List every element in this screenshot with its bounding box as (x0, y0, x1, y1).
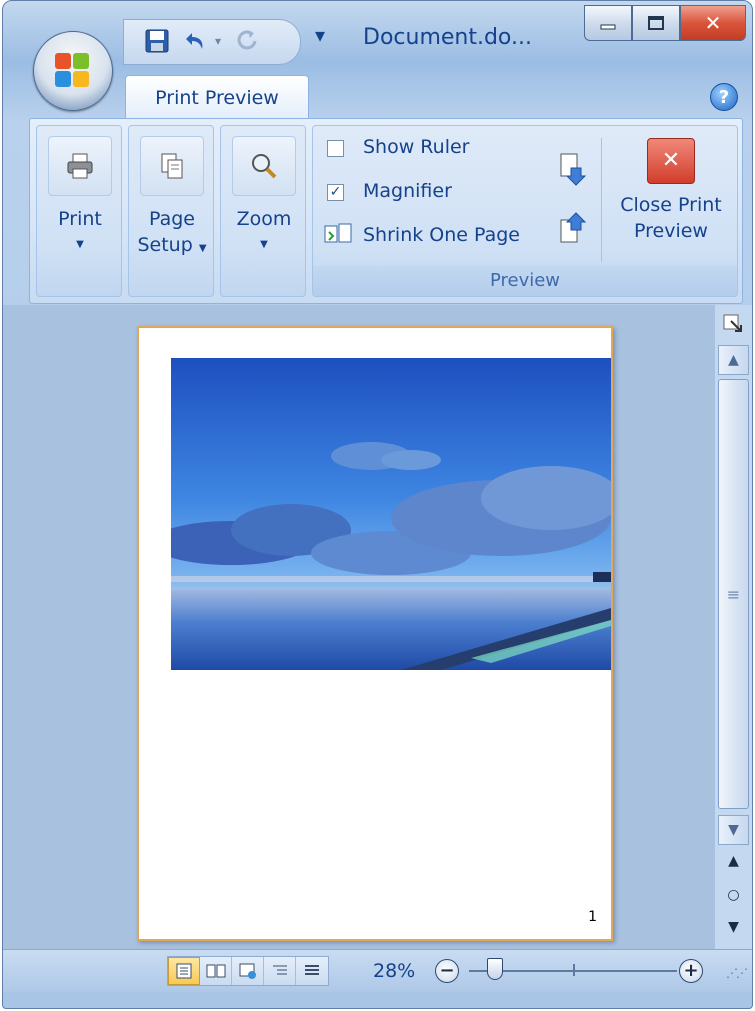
previous-page-nav-icon[interactable]: ▲ (715, 853, 752, 869)
web-layout-view-button[interactable] (232, 957, 264, 985)
show-ruler-label[interactable]: Show Ruler (363, 136, 469, 158)
select-browse-object-icon[interactable]: ○ (715, 887, 752, 903)
page-setup-dropdown-icon: ▼ (198, 243, 207, 254)
zoom-dropdown-icon: ▼ (260, 239, 268, 250)
page-number: 1 (588, 909, 597, 925)
close-print-preview-label-line2: Preview (634, 220, 708, 242)
scroll-up-button[interactable]: ▲ (718, 345, 749, 375)
save-icon[interactable] (144, 28, 170, 54)
preview-group-label: Preview (313, 266, 737, 296)
full-screen-reading-view-button[interactable] (200, 957, 232, 985)
title-bar: ▾ ▾ Document.do... ✕ (3, 1, 752, 77)
undo-icon[interactable] (182, 28, 208, 54)
magnifier-label[interactable]: Magnifier (363, 180, 452, 202)
view-buttons (167, 956, 329, 986)
tab-print-preview[interactable]: Print Preview (125, 75, 309, 119)
print-dropdown-icon: ▼ (76, 239, 84, 250)
show-ruler-checkbox[interactable] (327, 140, 344, 157)
group-divider (601, 138, 602, 262)
resize-grip-icon[interactable]: ⋰⋰ (726, 966, 748, 980)
close-window-button[interactable]: ✕ (680, 5, 746, 41)
zoom-button[interactable]: Zoom ▼ (231, 136, 297, 258)
word-window: ▾ ▾ Document.do... ✕ Print Preview ? Pri… (2, 0, 753, 1009)
print-layout-view-button[interactable] (168, 957, 200, 985)
close-icon: ✕ (704, 11, 722, 35)
maximize-icon (648, 16, 664, 30)
print-group: Print ▼ (36, 125, 122, 297)
window-controls: ✕ (584, 5, 746, 41)
draft-icon (305, 965, 319, 975)
minimize-icon (600, 24, 616, 30)
close-preview-icon: ✕ (647, 138, 695, 184)
ocean-pier-image (171, 358, 611, 670)
next-page-icon[interactable] (557, 152, 587, 186)
reading-icon (206, 964, 225, 978)
magnifier-checkbox[interactable]: ✓ (327, 184, 344, 201)
web-layout-icon (239, 963, 256, 979)
zoom-out-button[interactable]: − (435, 959, 459, 983)
scroll-down-icon: ▼ (728, 822, 739, 838)
next-page-nav-icon[interactable]: ▼ (715, 919, 752, 935)
close-print-preview-label-line1: Close Print (620, 194, 722, 216)
preview-group: Show Ruler ✓ Magnifier Shrink One Page ✕… (312, 125, 738, 297)
help-icon[interactable]: ? (710, 83, 738, 111)
printer-icon (48, 136, 112, 196)
customize-qat-icon[interactable]: ▾ (315, 23, 325, 47)
scroll-up-icon: ▲ (728, 352, 739, 368)
maximize-button[interactable] (632, 5, 680, 41)
window-title: Document.do... (363, 25, 532, 50)
print-button[interactable]: Print ▼ (47, 136, 113, 258)
status-bar: 28% − + ⋰⋰ (3, 949, 752, 992)
scroll-down-button[interactable]: ▼ (718, 815, 749, 845)
draft-view-button[interactable] (296, 957, 328, 985)
outline-view-button[interactable] (264, 957, 296, 985)
scrollbar-thumb[interactable]: ≡ (718, 379, 749, 809)
zoom-in-button[interactable]: + (679, 959, 703, 983)
view-ruler-icon[interactable] (721, 311, 745, 335)
close-print-preview-button[interactable]: ✕ Close Print Preview (609, 138, 733, 244)
office-button[interactable] (33, 31, 113, 111)
page-setup-label-line1: Page (149, 208, 195, 230)
zoom-label: Zoom (236, 208, 292, 230)
zoom-slider-thumb[interactable] (487, 958, 503, 980)
print-layout-icon (176, 963, 192, 979)
page-setup-group: Page Setup ▼ (128, 125, 214, 297)
zoom-group: Zoom ▼ (220, 125, 306, 297)
minimize-button[interactable] (584, 5, 632, 41)
print-label: Print (58, 208, 102, 230)
previous-page-icon[interactable] (557, 210, 587, 244)
zoom-slider-center-tick (573, 964, 575, 976)
document-page[interactable]: 1 (137, 326, 613, 941)
outline-icon (272, 965, 287, 975)
redo-icon[interactable] (234, 28, 260, 54)
office-logo-icon (55, 53, 91, 89)
zoom-percentage[interactable]: 28% (373, 960, 415, 982)
shrink-one-page-icon (323, 222, 353, 246)
shrink-one-page-button[interactable]: Shrink One Page (363, 224, 520, 246)
page-setup-label-line2: Setup (137, 234, 193, 256)
magnifying-glass-icon (232, 136, 296, 196)
quick-access-toolbar: ▾ (123, 19, 301, 65)
page-setup-icon (140, 136, 204, 196)
page-setup-button[interactable]: Page Setup ▼ (133, 136, 211, 262)
plus-icon: + (683, 960, 699, 981)
ribbon: Print ▼ Page Setup ▼ Zoom ▼ Show Ruler ✓… (29, 118, 743, 304)
minus-icon: − (439, 960, 455, 981)
undo-dropdown-icon[interactable]: ▾ (210, 28, 226, 54)
